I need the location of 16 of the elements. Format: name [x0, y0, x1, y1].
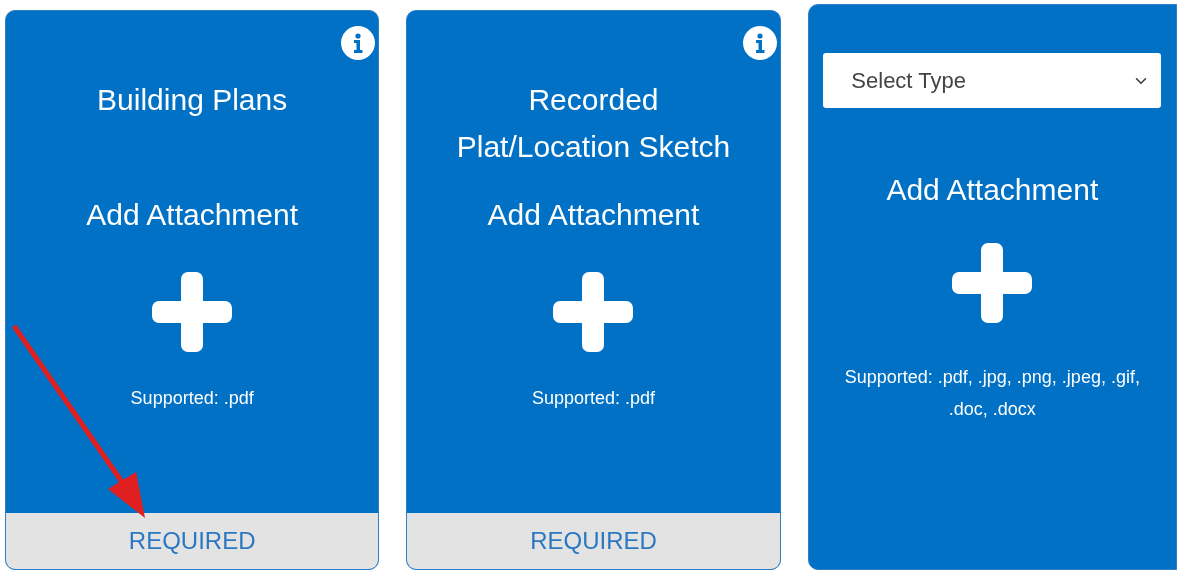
type-dropdown[interactable]: Select Type: [823, 53, 1162, 108]
supported-formats-text: Supported: .pdf: [129, 387, 255, 410]
plus-icon[interactable]: [952, 243, 1033, 323]
required-footer: REQUIRED: [407, 513, 780, 569]
required-footer: REQUIRED: [6, 513, 379, 569]
card-title: Recorded Plat/Location Sketch: [455, 82, 732, 165]
info-icon[interactable]: [341, 26, 376, 60]
supported-formats-text: Supported: .pdf, .jpg, .png, .jpeg, .gif, .doc, .docx: [843, 366, 1141, 421]
card-title: Building Plans: [96, 82, 289, 118]
plus-icon[interactable]: [152, 272, 233, 352]
info-icon[interactable]: [742, 26, 777, 60]
add-attachment-label: Add Attachment: [886, 172, 1099, 208]
plus-icon[interactable]: [553, 272, 634, 352]
supported-formats-text: Supported: .pdf: [530, 387, 657, 410]
add-attachment-label: Add Attachment: [86, 197, 299, 233]
add-attachment-label: Add Attachment: [487, 197, 700, 233]
